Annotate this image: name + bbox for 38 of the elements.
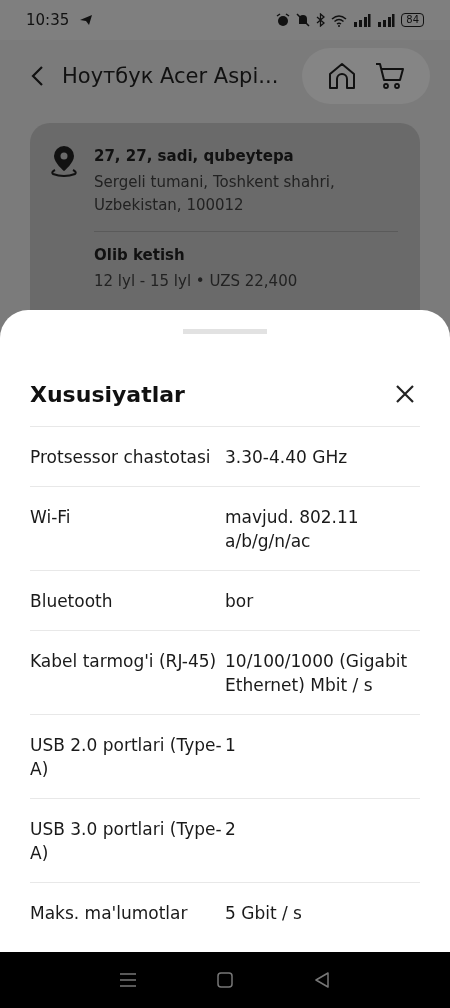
bluetooth-icon (316, 13, 326, 27)
spec-label: USB 2.0 portlari (Type-A) (30, 734, 223, 781)
wifi-icon (331, 13, 348, 27)
spec-label: Wi-Fi (30, 506, 72, 529)
address-detail: Sergeli tumani, Toshkent shahri, Uzbekistan, 100012 (94, 172, 336, 216)
status-time: 10:35 (26, 11, 70, 29)
address-title: 27, 27, sadi, qubeytepa (94, 147, 295, 165)
back-button-icon[interactable] (313, 972, 330, 988)
alarm-icon (276, 13, 291, 27)
home-icon[interactable] (327, 61, 357, 91)
menu-icon[interactable] (120, 973, 137, 987)
spec-label: Kabel tarmog'i (RJ-45) (30, 650, 218, 673)
spec-label: USB 3.0 portlari (Type-A) (30, 818, 223, 865)
spec-value: 2 (225, 818, 237, 841)
sheet-title: Xususiyatlar (30, 381, 185, 407)
location-pin-icon (50, 145, 78, 177)
battery-level: 84 (401, 13, 424, 27)
send-icon (79, 14, 94, 26)
spec-value: 3.30-4.40 GHz (225, 446, 349, 469)
spec-value: bor (225, 590, 255, 613)
spec-value: 10/100/1000 (Gigabit Ethernet) Mbit / s (225, 650, 409, 697)
product-title: Ноутбук Acer Aspi... (62, 64, 280, 88)
spec-label: Bluetooth (30, 590, 114, 613)
cart-icon[interactable] (375, 61, 405, 91)
spec-value: 1 (225, 734, 237, 757)
spec-value: mavjud. 802.11 a/b/g/n/ac (225, 506, 360, 553)
signal-icon (377, 13, 396, 27)
spec-value: 5 Gbit / s (225, 902, 303, 925)
signal-icon (353, 13, 372, 27)
spec-label: Protsessor chastotasi (30, 446, 212, 469)
spec-label: Maks. ma'lumotlar (30, 902, 189, 925)
back-icon[interactable] (30, 65, 44, 87)
drag-handle[interactable] (183, 329, 267, 334)
delivery-title: Olib ketish (94, 246, 186, 264)
bell-muted-icon (296, 13, 311, 27)
home-button-icon[interactable] (217, 972, 233, 988)
close-icon[interactable] (395, 384, 415, 404)
delivery-info: 12 lyl - 15 lyl • UZS 22,400 (94, 271, 299, 292)
